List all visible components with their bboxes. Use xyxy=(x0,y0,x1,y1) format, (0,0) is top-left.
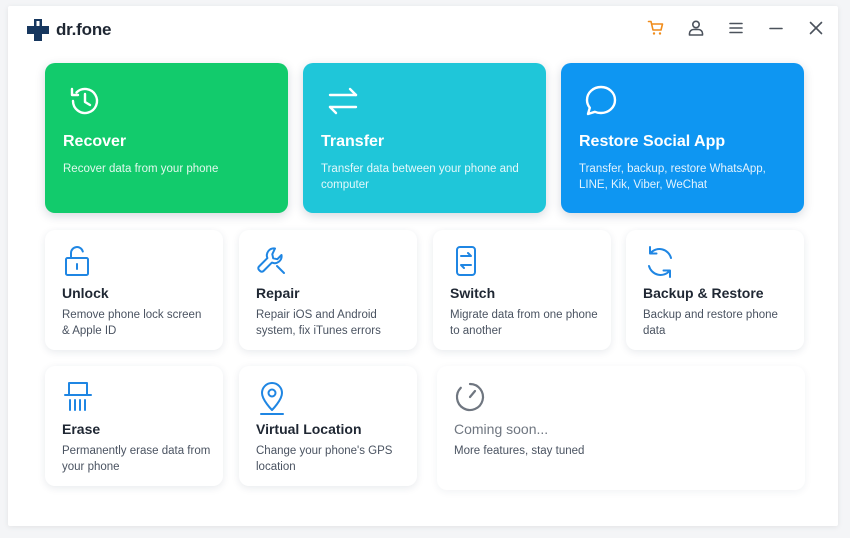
recover-title: Recover xyxy=(63,133,127,150)
backup-restore-card[interactable]: Backup & Restore Backup and restore phon… xyxy=(626,230,804,350)
transfer-title: Transfer xyxy=(321,133,385,150)
restore-social-app-desc: Transfer, backup, restore WhatsApp, LINE… xyxy=(579,163,766,191)
drfone-cross-icon xyxy=(27,19,49,41)
repair-title: Repair xyxy=(256,285,300,301)
cart-icon[interactable] xyxy=(646,18,666,38)
virtual-location-desc: Change your phone's GPS location xyxy=(256,445,393,473)
history-icon xyxy=(70,87,99,115)
minimize-icon[interactable] xyxy=(766,18,786,38)
phone-switch-icon xyxy=(456,246,476,276)
location-pin-icon xyxy=(260,382,284,415)
virtual-location-title: Virtual Location xyxy=(256,421,362,437)
title-bar: dr.fone xyxy=(8,6,838,52)
coming-soon-desc: More features, stay tuned xyxy=(454,445,585,457)
unlock-title: Unlock xyxy=(62,285,109,301)
backup-restore-desc: Backup and restore phone data xyxy=(643,309,778,337)
recover-desc: Recover data from your phone xyxy=(63,163,219,175)
transfer-arrows-icon xyxy=(328,87,358,115)
recover-card[interactable]: Recover Recover data from your phone xyxy=(45,63,288,213)
switch-title: Switch xyxy=(450,285,496,301)
erase-desc: Permanently erase data from your phone xyxy=(62,445,211,473)
app-logo: dr.fone xyxy=(26,18,111,42)
close-icon[interactable] xyxy=(806,18,826,38)
erase-card[interactable]: Erase Permanently erase data from your p… xyxy=(45,366,223,486)
user-icon[interactable] xyxy=(686,18,706,38)
restore-social-app-title: Restore Social App xyxy=(579,133,726,150)
restore-social-app-card[interactable]: Restore Social App Transfer, backup, res… xyxy=(561,63,804,213)
sync-icon xyxy=(648,246,672,278)
repair-desc: Repair iOS and Android system, fix iTune… xyxy=(256,309,381,337)
unlock-card[interactable]: Unlock Remove phone lock screen & Apple … xyxy=(45,230,223,350)
switch-desc: Migrate data from one phone to another xyxy=(450,309,598,337)
transfer-desc: Transfer data between your phone and com… xyxy=(321,163,519,191)
erase-title: Erase xyxy=(62,421,101,437)
coming-soon-title: Coming soon... xyxy=(454,421,549,437)
repair-card[interactable]: Repair Repair iOS and Android system, fi… xyxy=(239,230,417,350)
transfer-card[interactable]: Transfer Transfer data between your phon… xyxy=(303,63,546,213)
timer-icon xyxy=(455,382,485,412)
unlock-icon xyxy=(65,246,89,276)
virtual-location-card[interactable]: Virtual Location Change your phone's GPS… xyxy=(239,366,417,486)
app-window: dr.fone Recover Recover data from your p… xyxy=(8,6,838,526)
backup-restore-title: Backup & Restore xyxy=(643,285,764,301)
app-name: dr.fone xyxy=(56,20,112,39)
menu-icon[interactable] xyxy=(726,18,746,38)
coming-soon-card: Coming soon... More features, stay tuned xyxy=(437,366,805,490)
window-controls xyxy=(646,18,826,38)
unlock-desc: Remove phone lock screen & Apple ID xyxy=(62,309,202,337)
chat-bubble-icon xyxy=(585,85,617,116)
switch-card[interactable]: Switch Migrate data from one phone to an… xyxy=(433,230,611,350)
wrench-icon xyxy=(257,247,285,274)
shredder-icon xyxy=(64,382,92,411)
